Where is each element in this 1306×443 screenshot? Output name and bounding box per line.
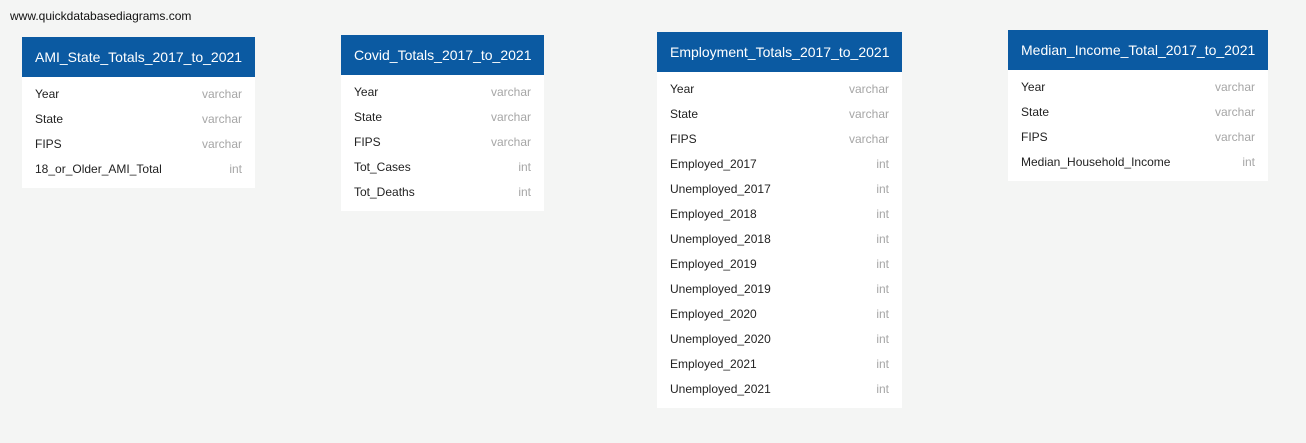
field-row[interactable]: Unemployed_2019 int [657, 277, 902, 302]
table-covid-totals[interactable]: Covid_Totals_2017_to_2021 Year varchar St… [341, 35, 544, 211]
field-name: Unemployed_2020 [670, 332, 771, 346]
field-type: int [876, 307, 889, 321]
field-row[interactable]: Unemployed_2018 int [657, 227, 902, 252]
field-name: Unemployed_2018 [670, 232, 771, 246]
field-row[interactable]: FIPS varchar [22, 132, 255, 157]
field-name: State [354, 110, 383, 124]
field-type: varchar [201, 112, 242, 126]
field-row[interactable]: FIPS varchar [657, 127, 902, 152]
field-row[interactable]: State varchar [341, 105, 544, 130]
field-name: FIPS [1021, 130, 1048, 144]
field-type: varchar [1214, 80, 1255, 94]
field-name: Unemployed_2021 [670, 382, 771, 396]
field-type: int [229, 162, 242, 176]
field-type: varchar [490, 110, 531, 124]
field-name: Employed_2018 [670, 207, 757, 221]
field-row[interactable]: Employed_2019 int [657, 252, 902, 277]
field-row[interactable]: State varchar [22, 107, 255, 132]
field-row[interactable]: FIPS varchar [1008, 125, 1268, 150]
field-row[interactable]: Year varchar [341, 80, 544, 105]
field-name: State [670, 107, 699, 121]
field-type: varchar [1214, 130, 1255, 144]
field-list: Year varchar State varchar FIPS varchar 18_… [22, 77, 255, 188]
field-type: int [876, 232, 889, 246]
field-name: State [35, 112, 64, 126]
table-title[interactable]: Employment_Totals_2017_to_2021 [657, 32, 902, 72]
field-name: Employed_2021 [670, 357, 757, 371]
field-name: Year [35, 87, 60, 101]
field-type: int [518, 160, 531, 174]
field-row[interactable]: Year varchar [657, 77, 902, 102]
field-name: FIPS [670, 132, 697, 146]
field-list: Year varchar State varchar FIPS varchar Emp… [657, 72, 902, 408]
field-type: int [876, 257, 889, 271]
field-name: Employed_2019 [670, 257, 757, 271]
field-row[interactable]: State varchar [1008, 100, 1268, 125]
field-type: varchar [1214, 105, 1255, 119]
field-name: Unemployed_2017 [670, 182, 771, 196]
field-type: varchar [848, 107, 889, 121]
field-type: int [876, 332, 889, 346]
field-name: 18_or_Older_AMI_Total [35, 162, 162, 176]
field-type: varchar [201, 87, 242, 101]
field-type: int [518, 185, 531, 199]
field-row[interactable]: Employed_2018 int [657, 202, 902, 227]
field-row[interactable]: Employed_2017 int [657, 152, 902, 177]
field-name: State [1021, 105, 1050, 119]
field-type: int [1242, 155, 1255, 169]
table-employment-totals[interactable]: Employment_Totals_2017_to_2021 Year varch… [657, 32, 902, 408]
field-row[interactable]: State varchar [657, 102, 902, 127]
field-name: Year [1021, 80, 1046, 94]
field-row[interactable]: Unemployed_2020 int [657, 327, 902, 352]
field-type: int [876, 157, 889, 171]
field-type: int [876, 382, 889, 396]
field-row[interactable]: Tot_Cases int [341, 155, 544, 180]
field-name: Year [354, 85, 379, 99]
field-row[interactable]: Year varchar [22, 82, 255, 107]
field-type: int [876, 182, 889, 196]
field-row[interactable]: Employed_2020 int [657, 302, 902, 327]
field-type: varchar [201, 137, 242, 151]
field-row[interactable]: Tot_Deaths int [341, 180, 544, 205]
field-row[interactable]: Unemployed_2021 int [657, 377, 902, 402]
field-row[interactable]: Median_Household_Income int [1008, 150, 1268, 175]
field-row[interactable]: Employed_2021 int [657, 352, 902, 377]
field-name: Unemployed_2019 [670, 282, 771, 296]
field-name: Year [670, 82, 695, 96]
table-title[interactable]: AMI_State_Totals_2017_to_2021 [22, 37, 255, 77]
field-row[interactable]: Unemployed_2017 int [657, 177, 902, 202]
field-type: varchar [848, 132, 889, 146]
field-name: FIPS [354, 135, 381, 149]
field-name: Employed_2017 [670, 157, 757, 171]
field-name: FIPS [35, 137, 62, 151]
field-type: varchar [490, 135, 531, 149]
watermark-text: www.quickdatabasediagrams.com [10, 9, 192, 23]
table-median-income-total[interactable]: Median_Income_Total_2017_to_2021 Year var… [1008, 30, 1268, 181]
field-type: int [876, 207, 889, 221]
table-title[interactable]: Median_Income_Total_2017_to_2021 [1008, 30, 1268, 70]
field-type: varchar [848, 82, 889, 96]
field-row[interactable]: 18_or_Older_AMI_Total int [22, 157, 255, 182]
field-type: varchar [490, 85, 531, 99]
field-type: int [876, 282, 889, 296]
field-row[interactable]: FIPS varchar [341, 130, 544, 155]
field-list: Year varchar State varchar FIPS varchar Tot… [341, 75, 544, 211]
field-list: Year varchar State varchar FIPS varchar Med… [1008, 70, 1268, 181]
field-type: int [876, 357, 889, 371]
field-name: Employed_2020 [670, 307, 757, 321]
field-name: Tot_Deaths [354, 185, 415, 199]
table-ami-state-totals[interactable]: AMI_State_Totals_2017_to_2021 Year varcha… [22, 37, 255, 188]
field-row[interactable]: Year varchar [1008, 75, 1268, 100]
field-name: Tot_Cases [354, 160, 411, 174]
table-title[interactable]: Covid_Totals_2017_to_2021 [341, 35, 544, 75]
field-name: Median_Household_Income [1021, 155, 1171, 169]
